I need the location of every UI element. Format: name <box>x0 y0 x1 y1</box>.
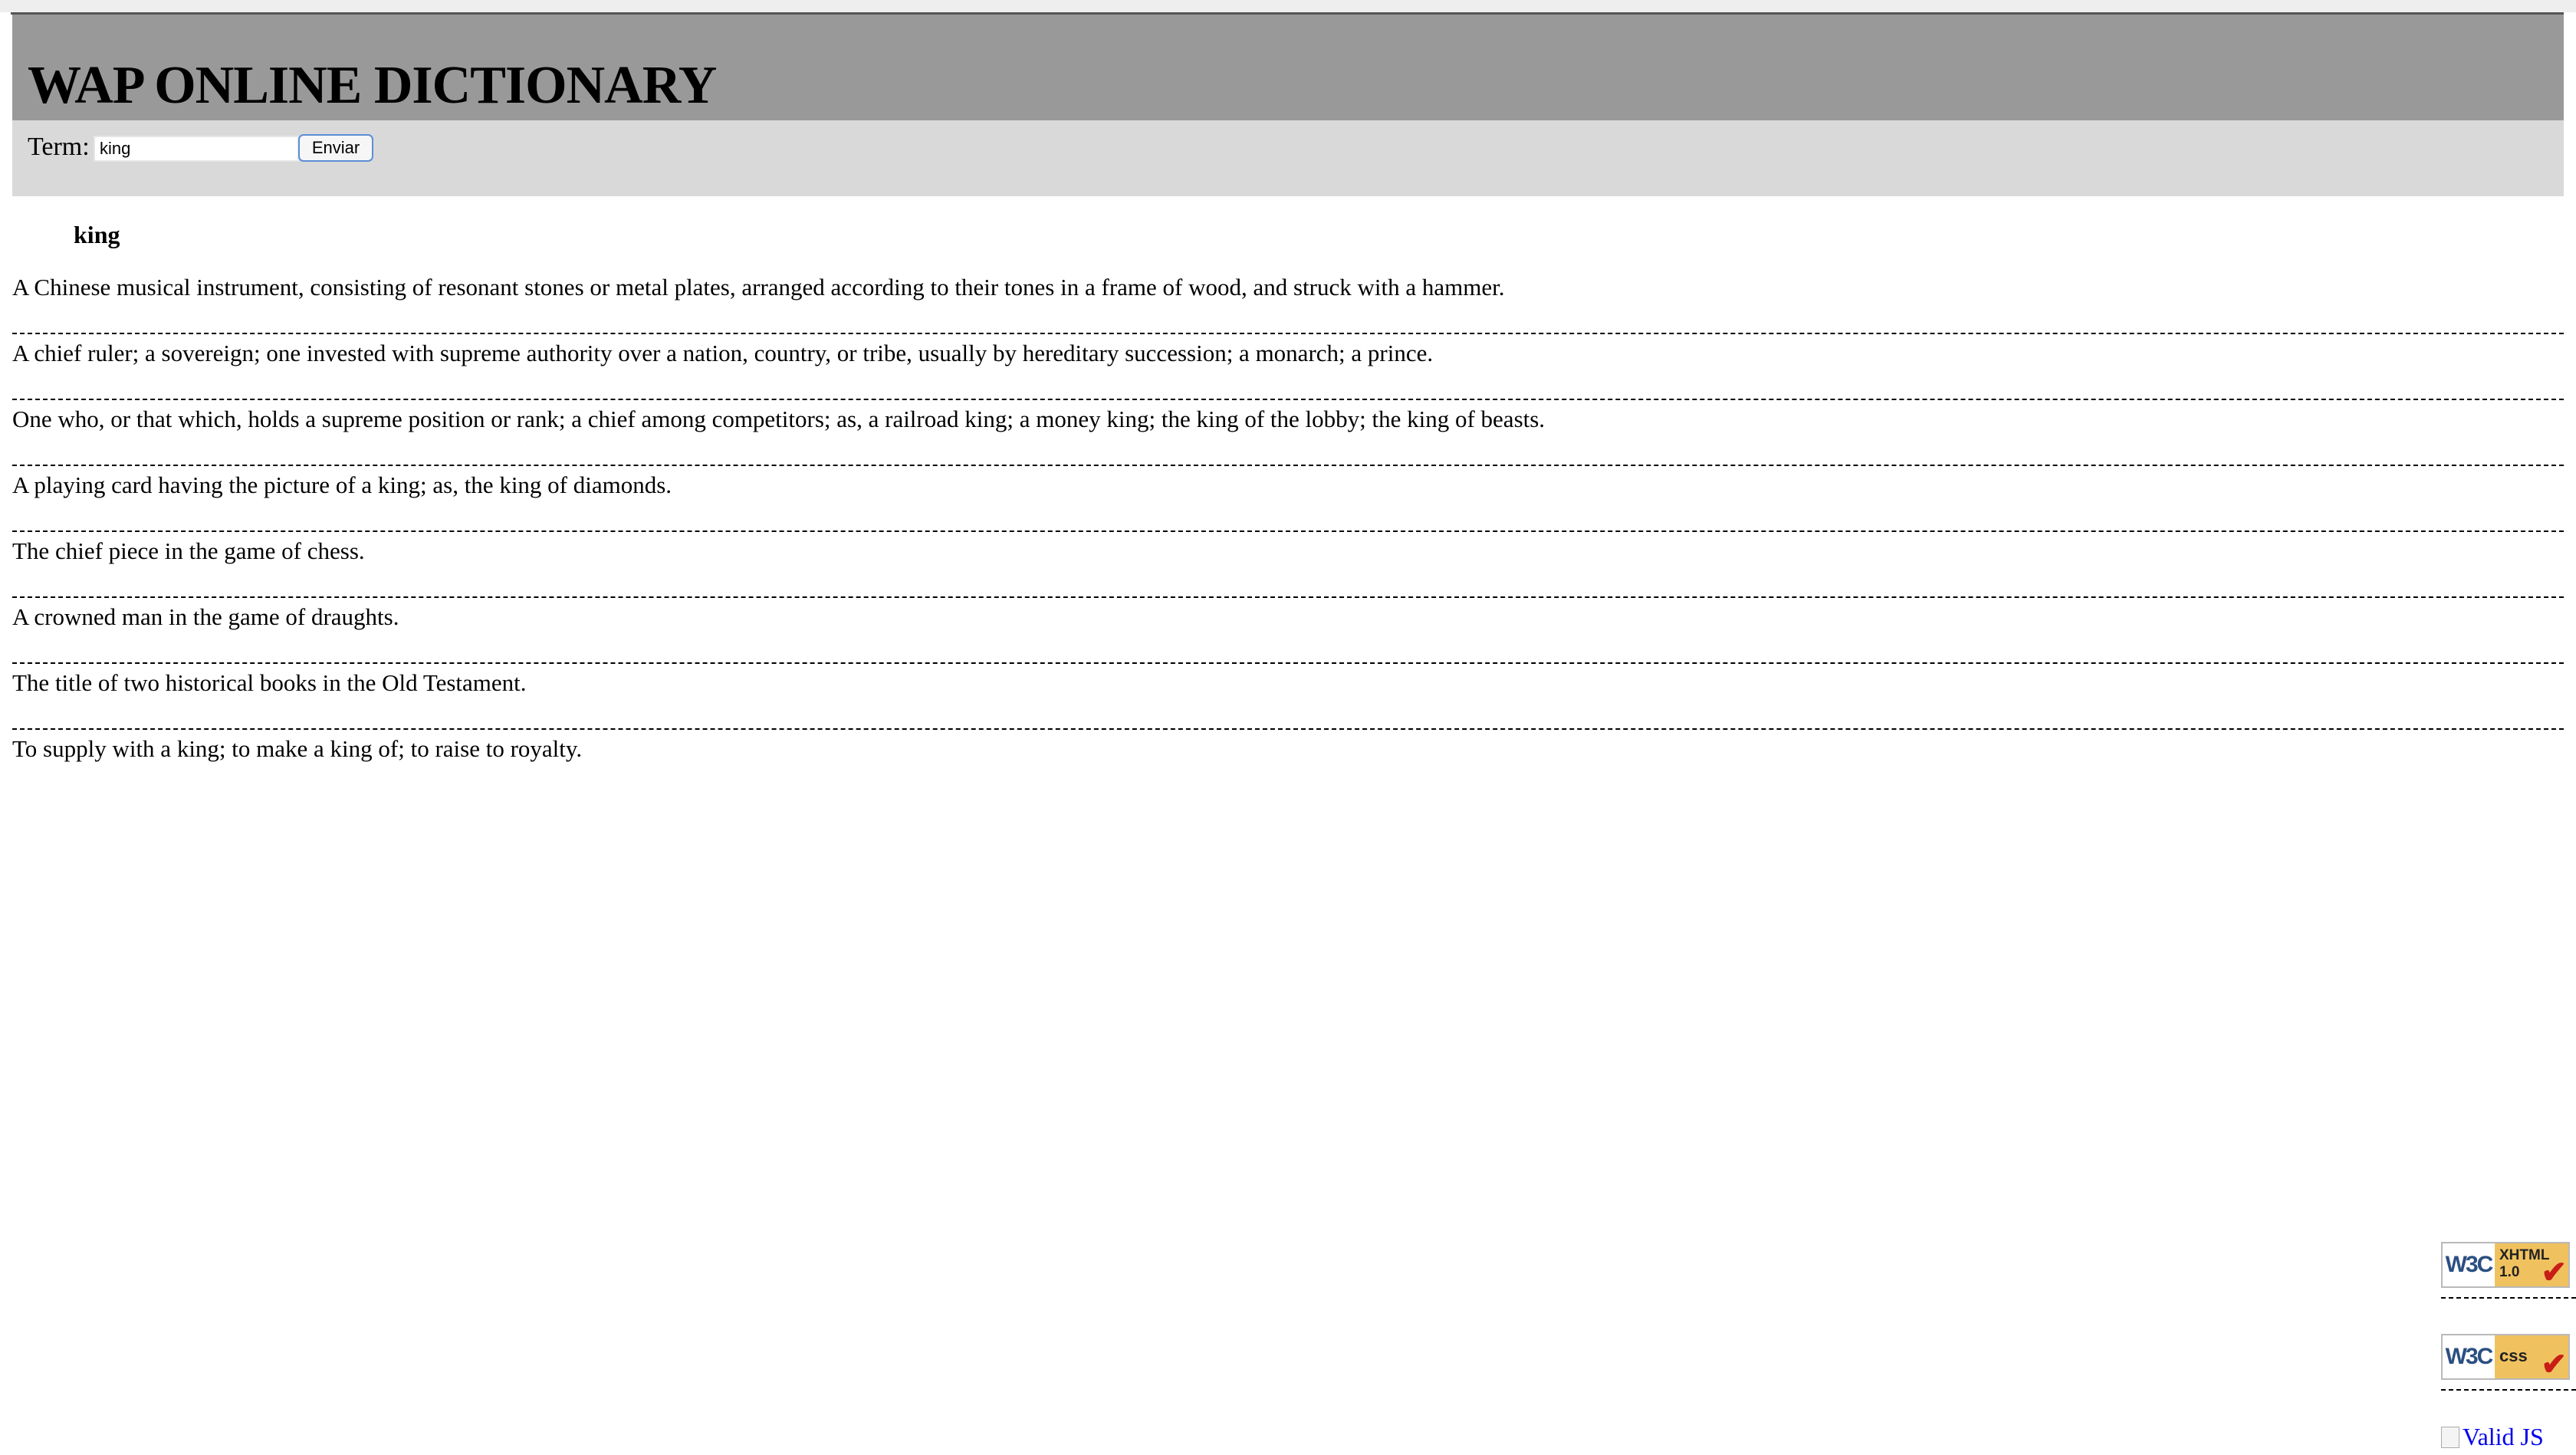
definition-item: A playing card having the picture of a k… <box>12 468 2564 532</box>
definition-item: To supply with a king; to make a king of… <box>12 735 583 762</box>
w3c-logo-icon: W3C <box>2443 1243 2495 1286</box>
valid-js-alt-text: Valid JS <box>2463 1423 2544 1450</box>
term-input[interactable] <box>94 136 299 162</box>
validation-badges: W3C XHTML 1.0 ✔ W3C css ✔ <box>2441 1242 2576 1426</box>
badge-line1: css <box>2499 1346 2528 1365</box>
checkmark-icon: ✔ <box>2541 1256 2567 1289</box>
term-label: Term: <box>28 133 90 161</box>
definition-item: A crowned man in the game of draughts. <box>12 599 2564 664</box>
badge-tag: XHTML 1.0 ✔ <box>2495 1243 2568 1289</box>
w3c-css-badge[interactable]: W3C css ✔ <box>2441 1334 2570 1380</box>
definition-item: A Chinese musical instrument, consisting… <box>12 270 2564 334</box>
definition-item: The title of two historical books in the… <box>12 665 2564 730</box>
badge-line2: 1.0 <box>2499 1264 2520 1280</box>
w3c-logo-icon: W3C <box>2443 1335 2495 1378</box>
submit-button[interactable]: Enviar <box>298 134 373 162</box>
result-term: king <box>74 221 120 248</box>
badge-tag: css ✔ <box>2495 1335 2568 1381</box>
site-header: WAP ONLINE DICTIONARY <box>12 15 2564 120</box>
w3c-xhtml-badge[interactable]: W3C XHTML 1.0 ✔ <box>2441 1242 2570 1288</box>
definition-list: A Chinese musical instrument, consisting… <box>12 270 2564 797</box>
site-title: WAP ONLINE DICTIONARY <box>28 56 717 115</box>
window-top-strip <box>0 0 2576 12</box>
search-form: Term: Enviar <box>12 120 2564 196</box>
broken-image-icon <box>2441 1427 2459 1448</box>
valid-js-link[interactable]: Valid JS <box>2441 1424 2544 1449</box>
checkmark-icon: ✔ <box>2541 1348 2567 1381</box>
xhtml-badge-link[interactable]: W3C XHTML 1.0 ✔ <box>2441 1242 2576 1299</box>
definition-item: The chief piece in the game of chess. <box>12 534 2564 598</box>
definition-item: A chief ruler; a sovereign; one invested… <box>12 336 2564 400</box>
definition-item: One who, or that which, holds a supreme … <box>12 402 2564 466</box>
css-badge-link[interactable]: W3C css ✔ <box>2441 1334 2576 1391</box>
